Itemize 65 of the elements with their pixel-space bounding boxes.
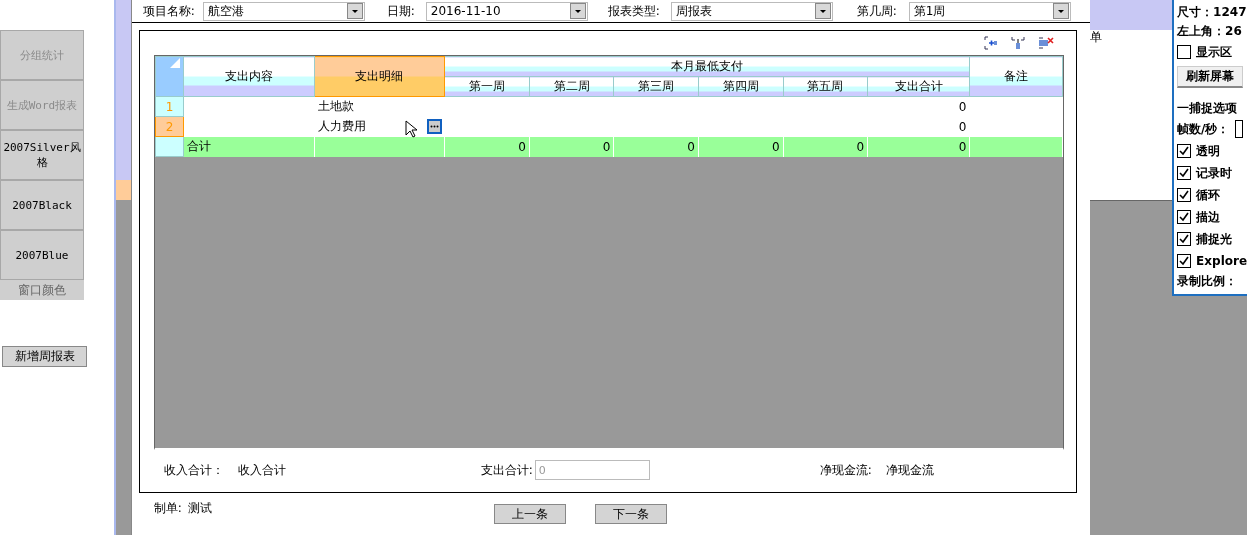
nav-button[interactable]: 上一条: [493, 504, 566, 524]
position-text: 左上角：26: [1177, 23, 1243, 40]
dropdown-field[interactable]: 周报表: [670, 1, 833, 21]
table-cell: 0: [867, 136, 970, 157]
table-cell: 0: [867, 96, 970, 117]
table-cell: 0: [613, 136, 699, 157]
style-button[interactable]: 2007Blue: [0, 230, 84, 280]
table-cell: 0: [529, 136, 614, 157]
checkbox[interactable]: [1177, 188, 1192, 202]
dropdown-field[interactable]: 航空港: [202, 1, 365, 21]
column-header[interactable]: 支出内容: [183, 56, 315, 97]
nav-button[interactable]: 下一条: [594, 504, 667, 524]
dropdown-field[interactable]: 第1周: [908, 1, 1071, 21]
summary-value: 净现金流: [885, 461, 934, 479]
table-cell: 0: [783, 136, 868, 157]
checkbox-label: 捕捉光: [1196, 230, 1233, 248]
checkbox[interactable]: [1177, 254, 1192, 268]
column-header[interactable]: 备注: [969, 56, 1063, 97]
table-cell: 0: [698, 136, 783, 157]
checkbox-label: 描边: [1196, 208, 1221, 226]
field-label: 报表类型:: [607, 2, 661, 20]
checkbox[interactable]: [1177, 45, 1192, 59]
table-cell: 0: [867, 116, 970, 137]
checkbox-label: Explore: [1196, 254, 1247, 268]
add-column-icon[interactable]: [983, 36, 998, 50]
ellipsis-button[interactable]: [427, 118, 443, 134]
field-label: 第几周:: [856, 2, 898, 20]
refresh-button[interactable]: 刷新屏幕: [1177, 66, 1244, 88]
fps-label: 帧数/秒：: [1177, 120, 1230, 138]
maker-label: 制单:: [153, 500, 182, 517]
table-cell: 土地款: [317, 99, 354, 114]
corner-triangle-icon: [170, 58, 181, 68]
field-label: 项目名称:: [142, 2, 196, 20]
summary-label: 支出合计:: [480, 461, 533, 479]
dropdown-field[interactable]: 2016-11-10: [425, 1, 588, 21]
checkbox[interactable]: [1177, 144, 1192, 158]
table-cell: 0: [444, 136, 530, 157]
checkbox[interactable]: [1177, 210, 1192, 224]
insert-column-icon[interactable]: [1010, 36, 1025, 50]
column-group-header[interactable]: 本月最低支付: [444, 56, 970, 77]
style-button[interactable]: 2007Silver风格: [0, 130, 84, 180]
column-header[interactable]: 支出明细: [314, 56, 445, 97]
add-report-button[interactable]: 新增周报表: [2, 346, 87, 367]
checkbox[interactable]: [1177, 166, 1192, 180]
maker-value: 测试: [187, 500, 212, 517]
scale-label: 录制比例：: [1177, 273, 1239, 290]
style-button[interactable]: 2007Black: [0, 180, 84, 230]
size-text: 尺寸：1247: [1177, 4, 1247, 21]
summary-value: 收入合计: [237, 461, 286, 479]
checkbox[interactable]: [1177, 232, 1192, 246]
table-cell: 人力费用: [317, 119, 366, 133]
checkbox-label: 记录时: [1196, 164, 1233, 182]
expense-total-field[interactable]: 0: [534, 460, 650, 480]
group-label: 窗口颜色: [0, 280, 84, 300]
checkbox-label: 循环: [1196, 186, 1221, 204]
delete-column-icon[interactable]: [1037, 36, 1054, 50]
header-text: 单: [1090, 29, 1103, 46]
summary-label: 净现金流:: [819, 461, 872, 479]
fps-field[interactable]: [1234, 120, 1243, 138]
field-label: 日期:: [386, 2, 416, 20]
checkbox-label: 显示区: [1196, 43, 1233, 61]
checkbox-label: 透明: [1196, 142, 1221, 160]
summary-label: 收入合计：: [163, 461, 224, 479]
table-cell: 合计: [183, 136, 315, 157]
section-title: 一捕捉选项: [1177, 100, 1239, 117]
